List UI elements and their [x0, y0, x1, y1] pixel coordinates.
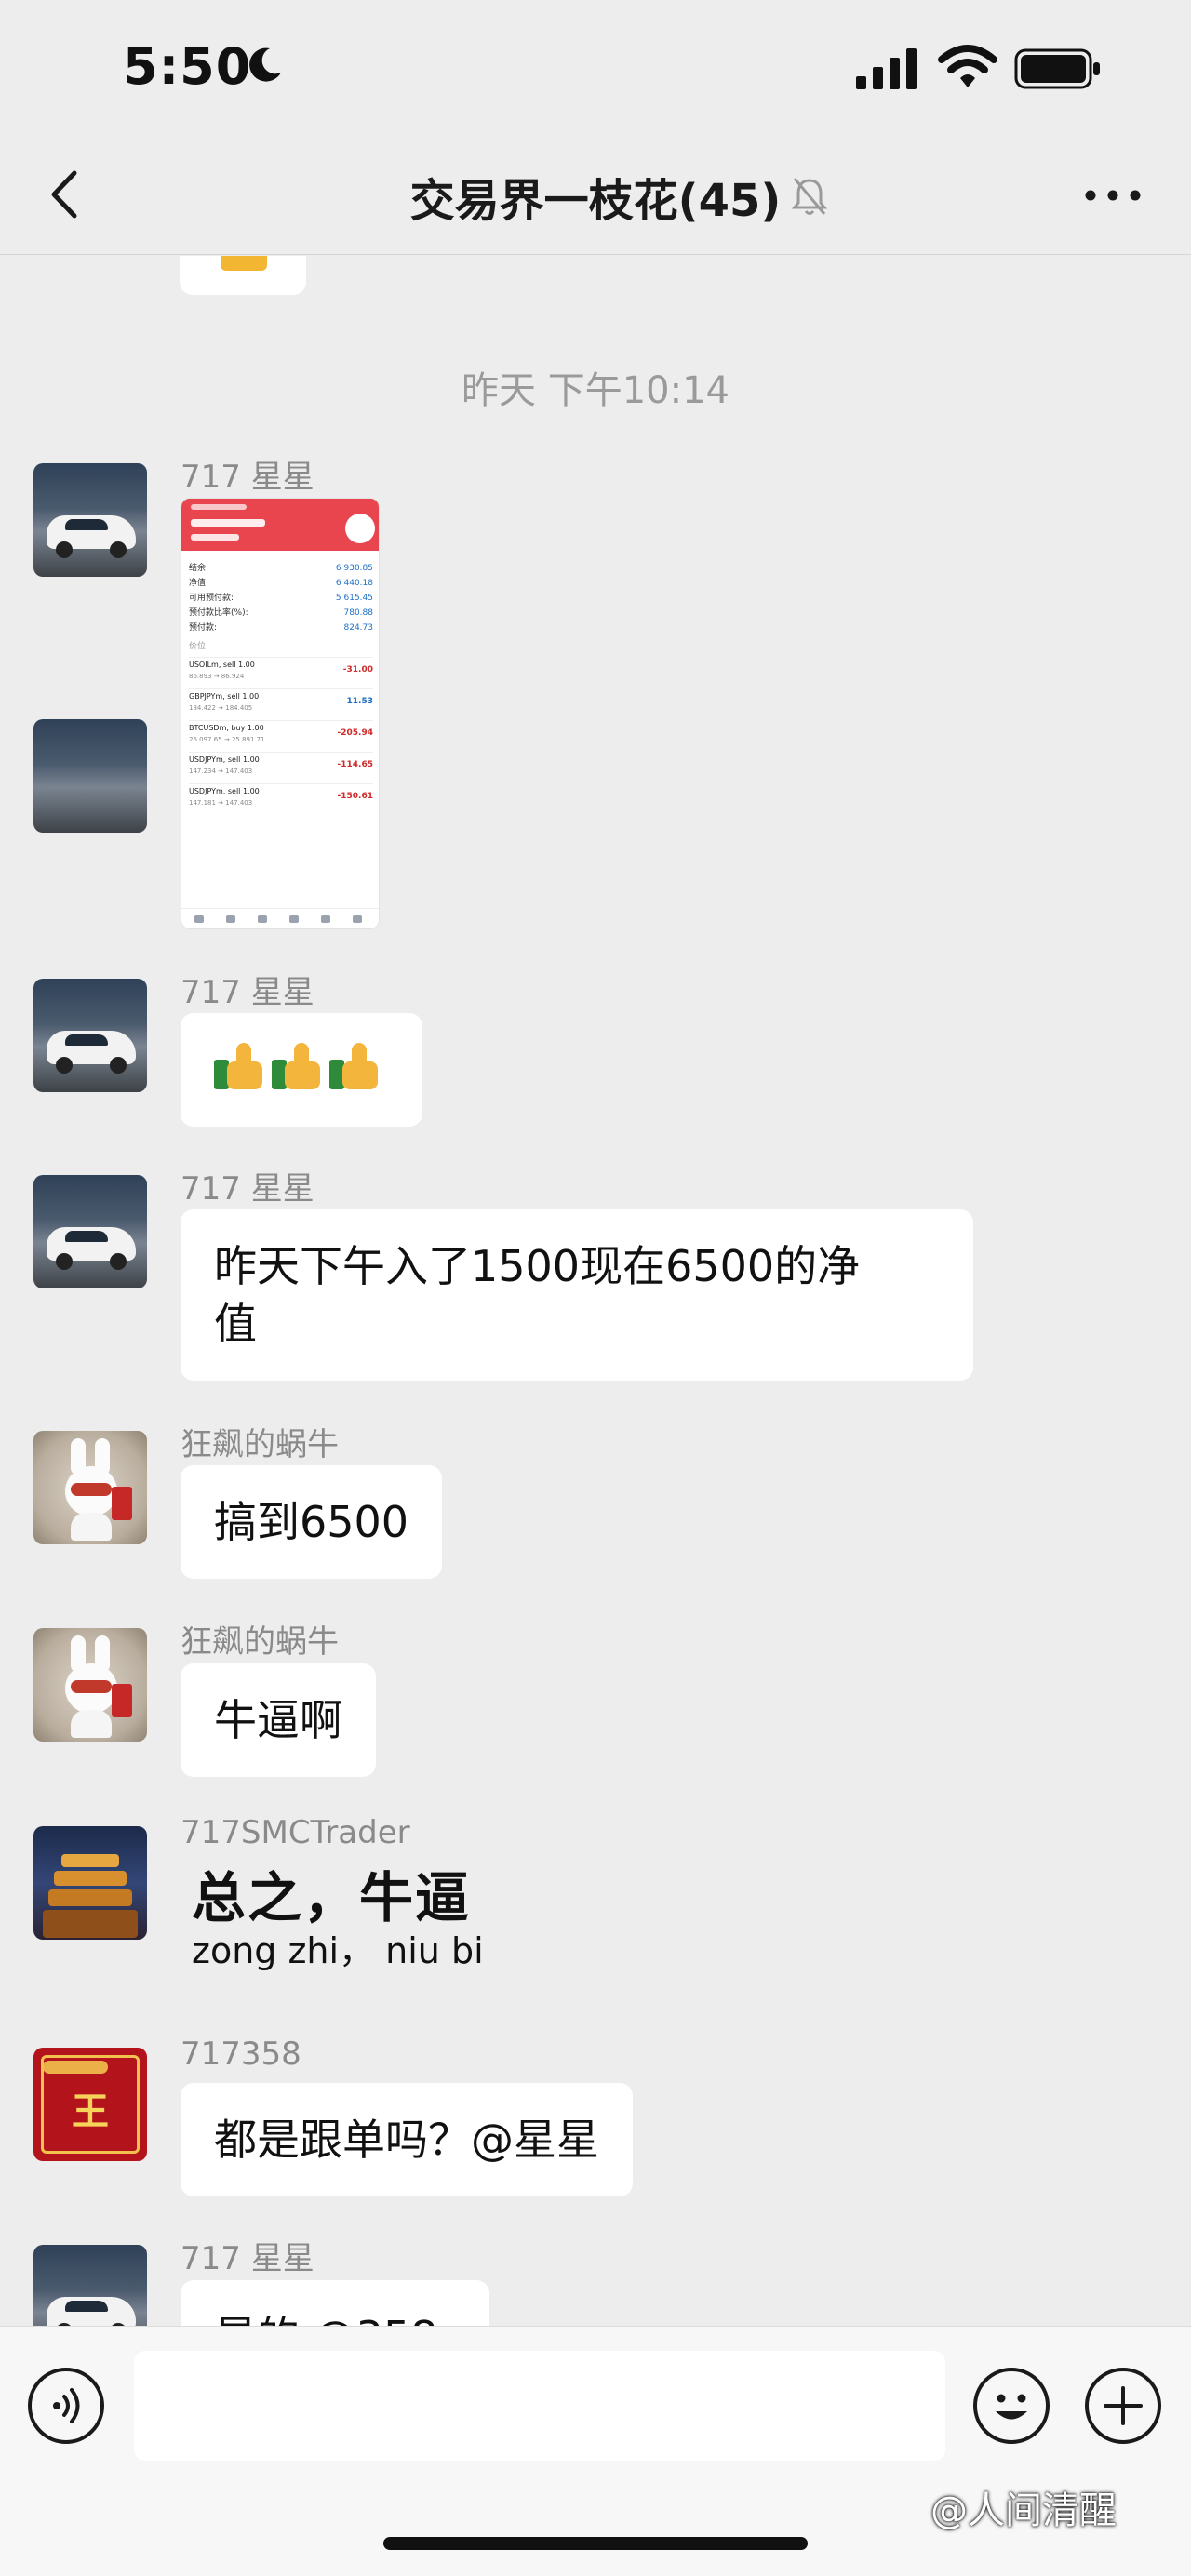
- message-text: 都是跟单吗？@星星: [214, 2115, 599, 2165]
- status-time: 5:50: [123, 37, 252, 96]
- message-bubble[interactable]: 昨天下午入了1500现在6500的净 值: [181, 1209, 973, 1381]
- sender-name: 狂飙的蜗牛: [181, 1426, 339, 1463]
- avatar[interactable]: [33, 2245, 147, 2326]
- avatar[interactable]: [33, 719, 147, 833]
- message-bubble[interactable]: 都是跟单吗？@星星: [181, 2083, 633, 2196]
- message-timestamp: 昨天 下午10:14: [462, 369, 729, 412]
- screenshot-tabbar: [181, 908, 379, 928]
- trade-row: USDJPYm, sell 1.00 147.181 → 147.403 -150.…: [189, 783, 373, 811]
- avatar-glyph: 王: [72, 2089, 109, 2133]
- watermark-text: @人间清醒: [930, 2489, 1117, 2532]
- voice-icon: [53, 2388, 80, 2423]
- sender-name: 717358: [181, 2035, 301, 2073]
- sender-name: 717 星星: [181, 459, 314, 496]
- avatar[interactable]: [33, 1628, 147, 1742]
- sender-name: 717 星星: [181, 1170, 314, 1208]
- group-title: 交易界一枝花(45): [409, 175, 782, 227]
- avatar[interactable]: 王: [33, 2048, 147, 2161]
- trade-row: USDJPYm, sell 1.00 147.234 → 147.403 -114.…: [189, 752, 373, 780]
- sender-name: 狂飙的蜗牛: [181, 1623, 339, 1661]
- plus-icon: [1104, 2386, 1143, 2425]
- avatar[interactable]: [33, 1175, 147, 1288]
- thumbs-up-icon: [329, 1039, 383, 1093]
- account-row: 结余: 6 930.85: [189, 564, 373, 573]
- message-text: 昨天下午入了1500现在6500的净: [214, 1241, 861, 1291]
- moon-icon: [249, 47, 281, 82]
- avatar[interactable]: [33, 463, 147, 577]
- message-text: 搞到6500: [214, 1497, 409, 1547]
- status-bar: 5:50: [0, 0, 1191, 140]
- sticker-pinyin: zong zhi， niu bi: [192, 1930, 484, 1971]
- chat-message-list[interactable]: 昨天 下午10:14 717 星星 结余: 6 930.85 净值: 6 440.1…: [0, 256, 1191, 2326]
- message-text: 是的 @358: [214, 2312, 437, 2326]
- emoji-icon: [221, 256, 267, 271]
- thumbs-up-icon: [272, 1039, 326, 1093]
- message-text: 值: [214, 1299, 257, 1349]
- smiley-icon: [996, 2394, 1027, 2420]
- sender-name: 717SMCTrader: [181, 1814, 410, 1851]
- more-functions-button[interactable]: [1085, 2368, 1161, 2444]
- cellular-signal-icon: [856, 48, 917, 89]
- emoji-button[interactable]: [973, 2368, 1050, 2444]
- avatar[interactable]: [33, 1431, 147, 1544]
- avatar[interactable]: [33, 1826, 147, 1940]
- message-bubble[interactable]: [181, 1013, 422, 1127]
- screenshot-image[interactable]: 结余: 6 930.85 净值: 6 440.18 可用预付款: 5 615.45 预…: [181, 498, 380, 929]
- screenshot-header: [181, 499, 379, 551]
- account-row: 预付款比率(%): 780.88: [189, 608, 373, 618]
- message-input[interactable]: [134, 2351, 945, 2461]
- voice-input-button[interactable]: [28, 2368, 104, 2444]
- wifi-icon: [938, 45, 997, 87]
- battery-icon: [1014, 48, 1100, 89]
- message-bubble[interactable]: [180, 256, 306, 295]
- more-options-button[interactable]: [1079, 179, 1146, 212]
- thumbs-up-icon: [214, 1039, 268, 1093]
- message-bubble[interactable]: 搞到6500: [181, 1465, 443, 1579]
- account-row: 净值: 6 440.18: [189, 579, 373, 588]
- sticker-text[interactable]: 总之，牛逼 zong zhi， niu bi: [192, 1865, 484, 1971]
- message-text: 牛逼啊: [214, 1695, 342, 1745]
- trade-row: GBPJPYm, sell 1.00 184.422 → 184.405 11.53: [189, 688, 373, 716]
- trade-row: BTCUSDm, buy 1.00 26 097.65 → 25 891.71 -2…: [189, 720, 373, 748]
- sender-name: 717 星星: [181, 2240, 314, 2277]
- section-label: 价位: [189, 642, 207, 651]
- avatar[interactable]: [33, 979, 147, 1092]
- sender-name: 717 星星: [181, 974, 314, 1011]
- account-row: 可用预付款: 5 615.45: [189, 594, 373, 603]
- trade-row: USOILm, sell 1.00 86.893 → 86.924 -31.00: [189, 657, 373, 685]
- chat-header: 交易界一枝花(45): [0, 140, 1191, 255]
- account-row: 预付款: 824.73: [189, 623, 373, 633]
- mute-bell-icon: [791, 178, 828, 215]
- home-indicator: [383, 2537, 808, 2550]
- message-bubble[interactable]: 是的 @358: [181, 2280, 489, 2326]
- sticker-hanzi: 总之，牛逼: [192, 1866, 472, 1929]
- message-bubble[interactable]: 牛逼啊: [181, 1663, 376, 1777]
